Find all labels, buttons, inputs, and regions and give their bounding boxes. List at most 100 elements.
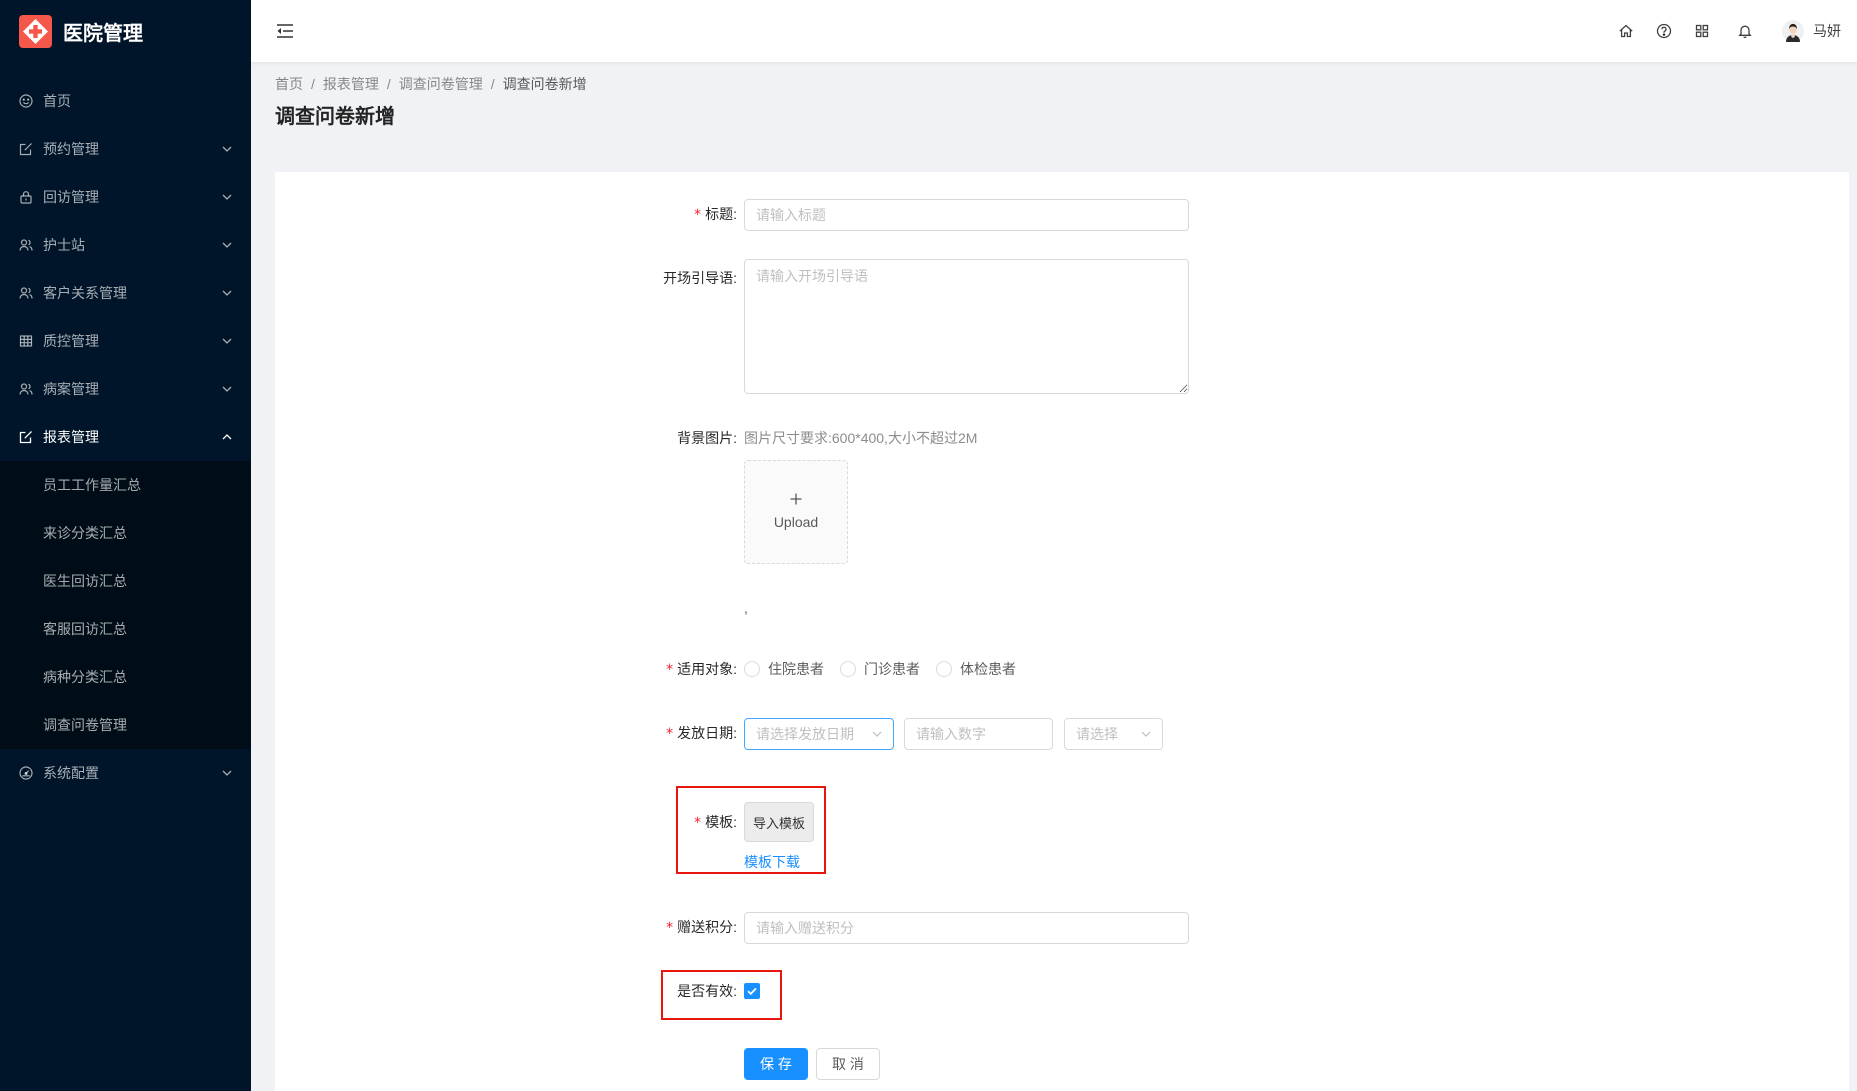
sidebar-item-crm[interactable]: 客户关系管理 bbox=[0, 269, 251, 317]
radio-label: 门诊患者 bbox=[864, 661, 920, 677]
submenu-item-disease-category[interactable]: 病种分类汇总 bbox=[0, 653, 251, 701]
submenu-item-label: 来诊分类汇总 bbox=[43, 525, 127, 541]
sidebar-item-follow-up[interactable]: 回访管理 bbox=[0, 173, 251, 221]
points-input[interactable] bbox=[744, 912, 1189, 944]
breadcrumb-item-home[interactable]: 首页 bbox=[275, 74, 303, 94]
submenu-item-label: 员工工作量汇总 bbox=[43, 477, 141, 493]
import-template-button[interactable]: 导入模板 bbox=[744, 802, 814, 842]
menu-fold-icon[interactable] bbox=[276, 23, 294, 39]
radio-circle[interactable] bbox=[840, 661, 856, 677]
reports-submenu: 员工工作量汇总 来诊分类汇总 医生回访汇总 客服回访汇总 病种分类汇总 调查问卷… bbox=[0, 461, 251, 749]
is-valid-checkbox[interactable] bbox=[744, 983, 760, 999]
submenu-item-doctor-follow-up[interactable]: 医生回访汇总 bbox=[0, 557, 251, 605]
sidebar-item-label: 护士站 bbox=[43, 237, 85, 253]
home-icon[interactable] bbox=[1618, 23, 1634, 39]
template-label: * 模板: bbox=[525, 806, 737, 838]
template-label-text: 模板: bbox=[705, 814, 737, 830]
chevron-down-icon bbox=[1141, 731, 1151, 737]
chevron-up-icon bbox=[222, 434, 232, 440]
radio-outpatient[interactable]: 门诊患者 bbox=[840, 653, 920, 685]
required-mark: * bbox=[666, 662, 674, 678]
submenu-item-survey-management[interactable]: 调查问卷管理 bbox=[0, 701, 251, 749]
issue-number-input[interactable] bbox=[904, 718, 1053, 750]
breadcrumb-separator: / bbox=[311, 76, 315, 92]
chevron-down-icon bbox=[222, 146, 232, 152]
cancel-button[interactable]: 取 消 bbox=[816, 1048, 880, 1080]
sidebar-item-system-config[interactable]: 系统配置 bbox=[0, 749, 251, 797]
submenu-item-label: 医生回访汇总 bbox=[43, 573, 127, 589]
team-icon bbox=[19, 286, 33, 300]
issue-date-label: * 发放日期: bbox=[525, 717, 737, 749]
sidebar-item-quality-control[interactable]: 质控管理 bbox=[0, 317, 251, 365]
radio-checkup[interactable]: 体检患者 bbox=[936, 653, 1016, 685]
chevron-down-icon bbox=[222, 338, 232, 344]
upload-note-text: , bbox=[744, 600, 748, 616]
breadcrumb-item-survey-management[interactable]: 调查问卷管理 bbox=[399, 74, 483, 94]
breadcrumb-separator: / bbox=[386, 76, 391, 92]
submenu-item-staff-workload[interactable]: 员工工作量汇总 bbox=[0, 461, 251, 509]
required-mark: * bbox=[666, 726, 674, 742]
target-label-text: 适用对象: bbox=[677, 661, 737, 677]
title-label-text: 标题: bbox=[705, 206, 737, 222]
download-template-link[interactable]: 模板下载 bbox=[744, 853, 800, 871]
radio-label: 体检患者 bbox=[960, 661, 1016, 677]
upload-button[interactable]: Upload bbox=[744, 460, 848, 564]
save-button[interactable]: 保 存 bbox=[744, 1048, 808, 1080]
form-icon bbox=[19, 142, 33, 156]
bell-icon[interactable] bbox=[1737, 23, 1753, 39]
submenu-item-visit-category[interactable]: 来诊分类汇总 bbox=[0, 509, 251, 557]
radio-label: 住院患者 bbox=[768, 661, 824, 677]
points-label: * 赠送积分: bbox=[525, 911, 737, 943]
title-label: * 标题: bbox=[525, 198, 737, 230]
intro-textarea[interactable] bbox=[744, 259, 1189, 394]
lock-icon bbox=[19, 190, 33, 204]
logo[interactable]: 医院管理 bbox=[0, 0, 251, 62]
sidebar-item-home[interactable]: 首页 bbox=[0, 77, 251, 125]
sidebar: 医院管理 首页 预约管理 回访管理 护士站 客户关系管理 质控管理 病案管理 报… bbox=[0, 0, 251, 1091]
sidebar-item-nurse-station[interactable]: 护士站 bbox=[0, 221, 251, 269]
chevron-down-icon bbox=[222, 194, 232, 200]
sidebar-item-label: 首页 bbox=[43, 93, 71, 109]
upload-label: Upload bbox=[773, 514, 819, 530]
form-card: *标题: 开场引导语: 背景图片: 图片尺寸要求:600*400,大小不超过2M… bbox=[275, 172, 1849, 1091]
issue-date-label-text: 发放日期: bbox=[677, 725, 737, 741]
chevron-down-icon bbox=[222, 242, 232, 248]
sidebar-item-medical-records[interactable]: 病案管理 bbox=[0, 365, 251, 413]
question-circle-icon[interactable] bbox=[1656, 23, 1672, 39]
sidebar-item-label: 质控管理 bbox=[43, 333, 99, 349]
sidebar-item-reports[interactable]: 报表管理 bbox=[0, 413, 251, 461]
sidebar-item-appointment[interactable]: 预约管理 bbox=[0, 125, 251, 173]
radio-circle[interactable] bbox=[744, 661, 760, 677]
required-mark: * bbox=[694, 815, 702, 831]
issue-date-select[interactable]: 请选择发放日期 bbox=[744, 718, 894, 750]
issue-unit-select[interactable]: 请选择 bbox=[1064, 718, 1163, 750]
radio-circle[interactable] bbox=[936, 661, 952, 677]
background-image-label-text: 背景图片: bbox=[677, 430, 737, 446]
breadcrumb-item-reports[interactable]: 报表管理 bbox=[323, 74, 379, 94]
sidebar-item-label: 病案管理 bbox=[43, 381, 99, 397]
chevron-down-icon bbox=[222, 386, 232, 392]
sidebar-menu: 首页 预约管理 回访管理 护士站 客户关系管理 质控管理 病案管理 报表管理 员… bbox=[0, 77, 251, 797]
sidebar-item-label: 回访管理 bbox=[43, 189, 99, 205]
radio-inpatient[interactable]: 住院患者 bbox=[744, 653, 824, 685]
issue-unit-placeholder: 请选择 bbox=[1076, 726, 1118, 742]
sidebar-item-label: 报表管理 bbox=[43, 429, 99, 445]
team-icon bbox=[19, 238, 33, 252]
chevron-down-icon bbox=[222, 290, 232, 296]
sidebar-item-label: 客户关系管理 bbox=[43, 285, 127, 301]
chevron-down-icon bbox=[872, 731, 882, 737]
form-icon bbox=[19, 430, 33, 444]
submenu-item-label: 调查问卷管理 bbox=[43, 717, 127, 733]
submenu-item-service-follow-up[interactable]: 客服回访汇总 bbox=[0, 605, 251, 653]
user-name[interactable]: 马妍 bbox=[1813, 21, 1841, 41]
intro-label-text: 开场引导语: bbox=[663, 270, 737, 286]
avatar[interactable] bbox=[1782, 20, 1804, 42]
sidebar-item-label: 预约管理 bbox=[43, 141, 99, 157]
title-input[interactable] bbox=[744, 199, 1189, 231]
breadcrumb-separator: / bbox=[490, 76, 495, 92]
is-valid-label: 是否有效: bbox=[525, 975, 737, 1007]
appstore-icon[interactable] bbox=[1694, 23, 1710, 39]
background-image-label: 背景图片: bbox=[525, 422, 737, 454]
breadcrumb-item-current: 调查问卷新增 bbox=[502, 76, 587, 92]
required-mark: * bbox=[694, 207, 702, 223]
